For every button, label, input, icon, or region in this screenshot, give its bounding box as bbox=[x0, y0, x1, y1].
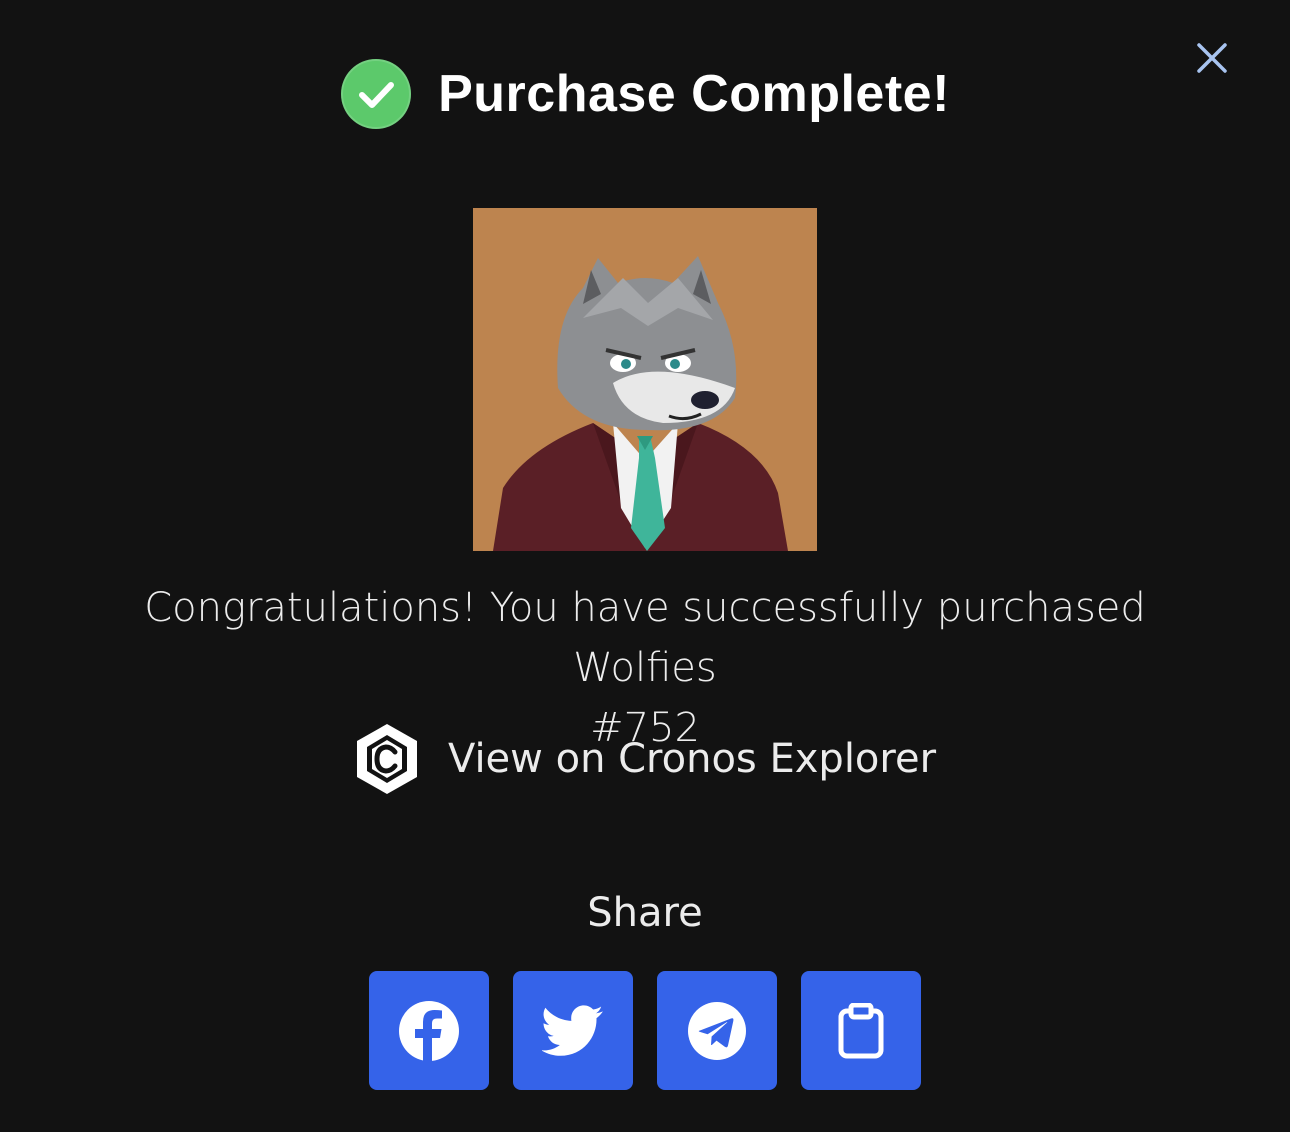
share-label: Share bbox=[587, 890, 703, 936]
cronos-logo-icon bbox=[356, 724, 417, 794]
share-twitter-button[interactable] bbox=[513, 971, 633, 1090]
success-message-line1: Congratulations! You have successfully p… bbox=[144, 585, 1146, 691]
nft-image bbox=[473, 208, 817, 551]
share-buttons bbox=[369, 971, 921, 1090]
share-facebook-button[interactable] bbox=[369, 971, 489, 1090]
check-circle-icon bbox=[341, 59, 412, 129]
telegram-icon bbox=[688, 1001, 746, 1060]
share-telegram-button[interactable] bbox=[657, 971, 777, 1090]
view-on-explorer-link[interactable]: View on Cronos Explorer bbox=[0, 722, 1290, 796]
twitter-icon bbox=[542, 1004, 603, 1056]
modal-header: Purchase Complete! bbox=[0, 58, 1290, 130]
modal-title: Purchase Complete! bbox=[438, 65, 950, 123]
purchase-complete-modal: Purchase Complete! Congratulations! You … bbox=[0, 0, 1290, 1132]
explorer-link-label: View on Cronos Explorer bbox=[447, 736, 937, 782]
wolf-illustration bbox=[473, 208, 817, 551]
clipboard-icon bbox=[838, 1002, 884, 1058]
facebook-icon bbox=[399, 1000, 459, 1062]
copy-link-button[interactable] bbox=[801, 971, 921, 1090]
